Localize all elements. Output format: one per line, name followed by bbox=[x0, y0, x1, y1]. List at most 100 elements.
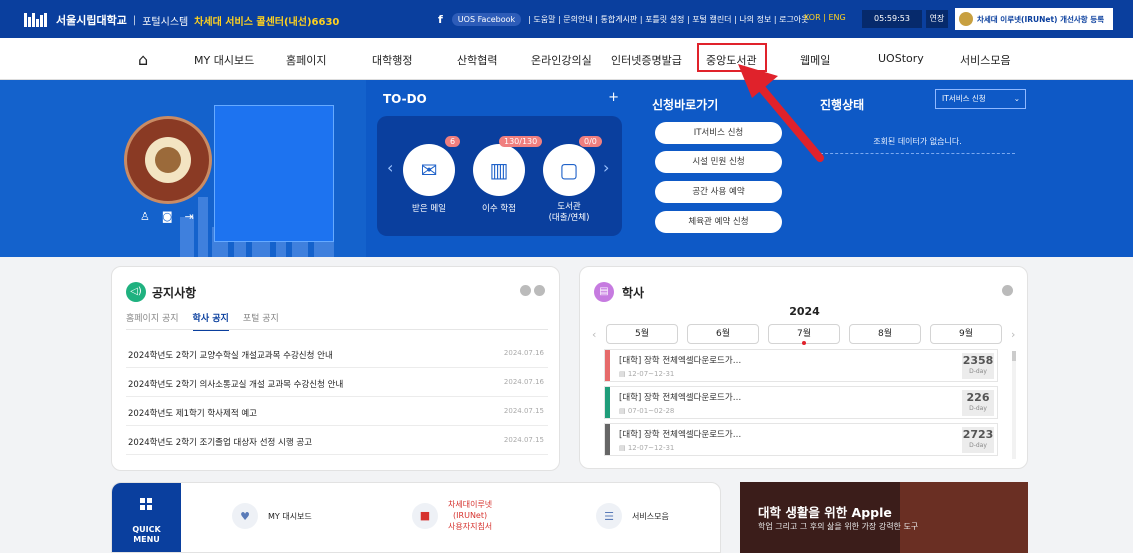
quick-apply-title: 신청바로가기 bbox=[652, 98, 719, 112]
bookshelf-icon: ▥ bbox=[489, 158, 509, 182]
settings-dot-icon[interactable] bbox=[520, 285, 531, 296]
grid-icon bbox=[140, 498, 152, 510]
nav-certificate[interactable]: 인터넷증명발급 bbox=[611, 52, 682, 68]
camera-icon[interactable]: ◙ bbox=[162, 210, 173, 223]
notice-row-date: 2024.07.16 bbox=[503, 378, 544, 386]
facebook-icon[interactable]: f bbox=[438, 13, 443, 26]
calendar-event[interactable]: [대학] 장학 전체엑셀다운로드가… ▤ 12-07~12-31 2358 D-d… bbox=[604, 349, 998, 382]
quick-irunet-guide[interactable]: ■ 차세대이루넷 (IRUNet) 사용자지침서 bbox=[412, 499, 492, 532]
todo-panel: ‹ › ✉ 6 ▥ 130/130 ▢ 0/0 받은 메일 이수 학점 도서관 … bbox=[377, 116, 622, 236]
library-label: 도서관 (대출/연체) bbox=[548, 202, 590, 223]
notice-controls bbox=[520, 285, 545, 296]
academic-calendar-widget: ▤ 학사 2024 ‹ › 5월 6월 7월 8월 9월 [대학] 장학 전체엑… bbox=[579, 266, 1028, 469]
credits-card[interactable]: ▥ bbox=[473, 144, 525, 196]
month-june[interactable]: 6월 bbox=[687, 324, 759, 344]
notice-row-title: 2024학년도 2학기 의사소통교실 개설 교과목 수강신청 안내 bbox=[128, 380, 344, 390]
notice-widget: ◁) 공지사항 홈페이지 공지 학사 공지 포털 공지 2024학년도 2학기 … bbox=[111, 266, 560, 471]
calendar-event[interactable]: [대학] 장학 전체엑셀다운로드가… ▤ 12-07~12-31 2723 D-d… bbox=[604, 423, 998, 456]
nav-webmail[interactable]: 웹메일 bbox=[800, 52, 830, 68]
notice-row-date: 2024.07.15 bbox=[503, 407, 544, 415]
space-reservation-button[interactable]: 공간 사용 예약 bbox=[655, 181, 782, 203]
event-title: [대학] 장학 전체엑셀다운로드가… bbox=[619, 393, 742, 403]
month-may[interactable]: 5월 bbox=[606, 324, 678, 344]
gym-reservation-button[interactable]: 체육관 예약 신청 bbox=[655, 211, 782, 233]
logout-icon[interactable]: ⇥ bbox=[185, 210, 194, 223]
irunet-feedback-button[interactable]: 차세대 이루넷(IRUNet) 개선사항 등록 bbox=[955, 8, 1113, 30]
event-color-bar bbox=[605, 387, 610, 418]
banner-title: 대학 생활을 위한 Apple bbox=[758, 505, 892, 520]
top-bar: 서울시립대학교 | 포털시스템 차세대 서비스 콜센터(내선)6630 f UO… bbox=[0, 0, 1133, 38]
nav-online-lecture[interactable]: 온라인강의실 bbox=[531, 52, 592, 68]
calendar-event[interactable]: [대학] 장학 전체엑셀다운로드가… ▤ 07-01~02-28 226 D-da… bbox=[604, 386, 998, 419]
user-icon[interactable]: ♙ bbox=[140, 210, 150, 223]
mail-card[interactable]: ✉ bbox=[403, 144, 455, 196]
current-month-indicator bbox=[802, 341, 806, 345]
nav-industry-cooperation[interactable]: 산학협력 bbox=[457, 52, 497, 68]
status-select[interactable]: IT서비스 신청 ⌄ bbox=[935, 89, 1026, 109]
event-date: ▤ 12-07~12-31 bbox=[619, 370, 675, 378]
todo-add-icon[interactable]: + bbox=[608, 90, 619, 105]
month-september[interactable]: 9월 bbox=[930, 324, 1002, 344]
todo-widget: TO-DO + ‹ › ✉ 6 ▥ 130/130 ▢ 0/0 받은 메일 이수… bbox=[377, 80, 627, 257]
event-color-bar bbox=[605, 350, 610, 381]
add-dot-icon[interactable] bbox=[1002, 285, 1013, 296]
speaker-icon: ◁) bbox=[126, 282, 146, 302]
tab-academic-notice[interactable]: 학사 공지 bbox=[192, 311, 229, 331]
quick-my-dashboard[interactable]: ♥ MY 대시보드 bbox=[232, 503, 312, 529]
month-august[interactable]: 8월 bbox=[849, 324, 921, 344]
nav-service-collection[interactable]: 서비스모음 bbox=[960, 52, 1011, 68]
profile-info-box bbox=[214, 105, 334, 242]
notice-row[interactable]: 2024학년도 2학기 의사소통교실 개설 교과목 수강신청 안내 2024.07… bbox=[126, 368, 548, 397]
notice-row[interactable]: 2024학년도 2학기 조기졸업 대상자 선정 시행 공고 2024.07.15 bbox=[126, 426, 548, 455]
calendar-year: 2024 bbox=[789, 305, 820, 318]
language-switch[interactable]: KOR | ENG bbox=[804, 13, 846, 22]
utility-menu[interactable]: | 도움말 | 문의안내 | 통합게시판 | 포틀릿 설정 | 포털 캘린더 |… bbox=[528, 14, 808, 25]
mail-label: 받은 메일 bbox=[412, 204, 446, 214]
session-timer: 05:59:53 bbox=[862, 10, 922, 28]
month-prev-icon[interactable]: ‹ bbox=[592, 328, 596, 341]
quick-menu-bar: QUICK MENU ♥ MY 대시보드 ■ 차세대이루넷 (IRUNet) 사… bbox=[111, 482, 721, 553]
profile-panel: ♙ ◙ ⇥ bbox=[0, 80, 366, 257]
it-service-apply-button[interactable]: IT서비스 신청 bbox=[655, 122, 782, 144]
status-title: 진행상태 bbox=[820, 98, 865, 112]
tab-portal-notice[interactable]: 포털 공지 bbox=[243, 311, 279, 331]
facility-complaint-button[interactable]: 시설 민원 신청 bbox=[655, 151, 782, 173]
add-dot-icon[interactable] bbox=[534, 285, 545, 296]
home-icon[interactable]: ⌂ bbox=[138, 50, 148, 69]
university-logo[interactable]: 서울시립대학교 | 포털시스템 차세대 서비스 콜센터(내선)6630 bbox=[24, 12, 339, 28]
event-scrollbar[interactable] bbox=[1012, 351, 1016, 459]
scrollbar-thumb[interactable] bbox=[1012, 351, 1016, 361]
event-title: [대학] 장학 전체엑셀다운로드가… bbox=[619, 356, 742, 366]
quick-service-collection[interactable]: ☰ 서비스모음 bbox=[596, 503, 669, 529]
nav-homepage[interactable]: 홈페이지 bbox=[286, 52, 326, 68]
tab-divider bbox=[126, 329, 548, 330]
quick-my-dashboard-label: MY 대시보드 bbox=[268, 511, 312, 521]
divider: | bbox=[132, 14, 137, 26]
service-list-icon: ☰ bbox=[596, 503, 622, 529]
tab-homepage-notice[interactable]: 홈페이지 공지 bbox=[126, 311, 179, 331]
todo-next-icon[interactable]: › bbox=[603, 158, 609, 177]
nav-administration[interactable]: 대학행정 bbox=[372, 52, 412, 68]
todo-prev-icon[interactable]: ‹ bbox=[387, 158, 393, 177]
nav-my-dashboard[interactable]: MY 대시보드 bbox=[194, 52, 254, 68]
extend-session-button[interactable]: 연장 bbox=[926, 10, 948, 28]
calendar-title: 학사 bbox=[622, 286, 645, 300]
quick-menu-toggle[interactable]: QUICK MENU bbox=[112, 483, 181, 552]
logo-mark-icon bbox=[24, 13, 50, 27]
library-card[interactable]: ▢ bbox=[543, 144, 595, 196]
month-next-icon[interactable]: › bbox=[1011, 328, 1015, 341]
notice-row[interactable]: 2024학년도 2학기 교양수학실 개설교과목 수강신청 안내 2024.07.1… bbox=[126, 339, 548, 368]
irunet-feedback-label: 차세대 이루넷(IRUNet) 개선사항 등록 bbox=[977, 14, 1105, 24]
mascot-bird-icon bbox=[155, 147, 181, 173]
nav-uostory[interactable]: UOStory bbox=[878, 52, 924, 65]
system-name: 포털시스템 bbox=[142, 16, 189, 28]
credits-label: 이수 학점 bbox=[482, 204, 516, 214]
event-date: ▤ 07-01~02-28 bbox=[619, 407, 675, 415]
notice-row[interactable]: 2024학년도 제1학기 학사제적 예고 2024.07.15 bbox=[126, 397, 548, 426]
credits-badge: 130/130 bbox=[499, 136, 543, 147]
dday-badge: 226 D-day bbox=[962, 390, 994, 416]
apple-banner[interactable]: 대학 생활을 위한 Apple 학업 그리고 그 후의 삶을 위한 가장 강력한… bbox=[740, 482, 1028, 553]
seal-center bbox=[145, 137, 191, 183]
facebook-link[interactable]: UOS Facebook bbox=[451, 13, 522, 26]
status-select-value: IT서비스 신청 bbox=[942, 94, 986, 103]
